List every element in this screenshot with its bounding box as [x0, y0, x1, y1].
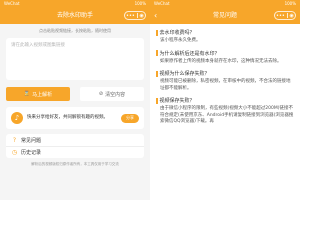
share-notice: ♪ 快来分享给好友，共同解锁有趣的视频。 分享 [6, 107, 144, 129]
menu-item-history[interactable]: ◷ 历史记录 [6, 146, 144, 158]
faq-question-text: 视频保存失败？ [159, 98, 195, 104]
menu-item-label: 历史记录 [21, 150, 42, 156]
faq-question: 视频保存失败？ [156, 97, 294, 104]
faq-list: 去水印收费吗？ 该小程序永久免费。 为什么解析后还是有水印？ 如果原作者上传的视… [150, 29, 300, 126]
action-row: ⌛ 马上解析 ⊘ 清空内容 [6, 87, 144, 101]
capsule-divider [286, 13, 288, 18]
battery-label: 100% [134, 1, 146, 6]
faq-question: 为什么解析后还是有水印？ [156, 50, 294, 57]
parse-button[interactable]: ⌛ 马上解析 [6, 87, 70, 101]
carrier-label: WeChat [154, 1, 170, 6]
hourglass-icon: ⌛ [23, 91, 31, 97]
question-marker [156, 97, 158, 104]
bell-icon: ♪ [11, 112, 23, 124]
faq-answer: 视频可能已被删除，私密视频，在审核中的视频，不合法的链接地址都不能解析。 [160, 79, 291, 91]
faq-answer: 如果原作者上传的视频本身就存在水印，这种情况无法去除。 [160, 58, 282, 64]
link-input-placeholder: 请在此输入视频或图集链接 [11, 43, 65, 48]
carrier-label: WeChat [4, 1, 20, 6]
share-notice-text: 快来分享给好友，共同解锁有趣的视频。 [27, 115, 108, 120]
battery-label: 100% [284, 1, 296, 6]
faq-answer: 该小程序永久免费。 [160, 38, 201, 43]
mini-program-capsule[interactable]: ••• ◉ [274, 11, 296, 20]
status-bar: WeChat 100% [0, 0, 150, 8]
main-screen: WeChat 100% 去除水印助手 ••• ◉ 点击粘贴视频链接，长按粘贴，随… [0, 0, 150, 200]
clear-button[interactable]: ⊘ 清空内容 [80, 87, 144, 101]
more-icon[interactable]: ••• [126, 13, 135, 19]
question-icon: ? [12, 136, 17, 144]
question-marker [156, 50, 158, 56]
clear-button-label: 清空内容 [105, 91, 126, 98]
faq-answer: 由于微信小程序的限制，有些视频(视频大小不能超过200M)链接不符合规定(未使用… [160, 106, 294, 124]
question-marker [156, 70, 158, 77]
usage-tip: 点击粘贴视频链接，长按粘贴，随时使用 [39, 28, 111, 33]
faq-question: 去水印收费吗？ [156, 29, 294, 36]
close-circle-icon[interactable]: ◉ [140, 13, 144, 19]
nav-bar: 去除水印助手 ••• ◉ [0, 8, 150, 24]
menu-list: ? 常见问题 ◷ 历史记录 [6, 134, 144, 158]
link-input[interactable]: 请在此输入视频或图集链接 [6, 38, 144, 80]
clear-icon: ⊘ [98, 91, 104, 97]
faq-question: 视频为什么保存失败？ [156, 70, 294, 77]
copyright-note: 解析后的视频版权归原作者所有，本工具仅用于学习交流 [31, 162, 119, 166]
parse-button-label: 马上解析 [32, 91, 53, 98]
faq-screen: WeChat 100% ‹ 常见问题 ••• ◉ 去水印收费吗？ 该小程序永久免… [150, 0, 300, 200]
nav-bar: ‹ 常见问题 ••• ◉ [150, 8, 300, 24]
faq-question-text: 去水印收费吗？ [159, 30, 195, 36]
history-icon: ◷ [11, 149, 18, 156]
faq-question-text: 视频为什么保存失败？ [159, 71, 210, 77]
more-icon[interactable]: ••• [276, 13, 285, 19]
close-circle-icon[interactable]: ◉ [290, 13, 294, 19]
faq-question-text: 为什么解析后还是有水印？ [159, 50, 220, 57]
question-marker [156, 29, 158, 36]
capsule-divider [136, 13, 138, 18]
status-bar: WeChat 100% [150, 0, 300, 8]
mini-program-capsule[interactable]: ••• ◉ [124, 11, 146, 20]
share-button[interactable]: 分享 [121, 113, 139, 123]
menu-item-label: 常见问题 [21, 137, 42, 144]
menu-item-faq[interactable]: ? 常见问题 [6, 134, 144, 146]
